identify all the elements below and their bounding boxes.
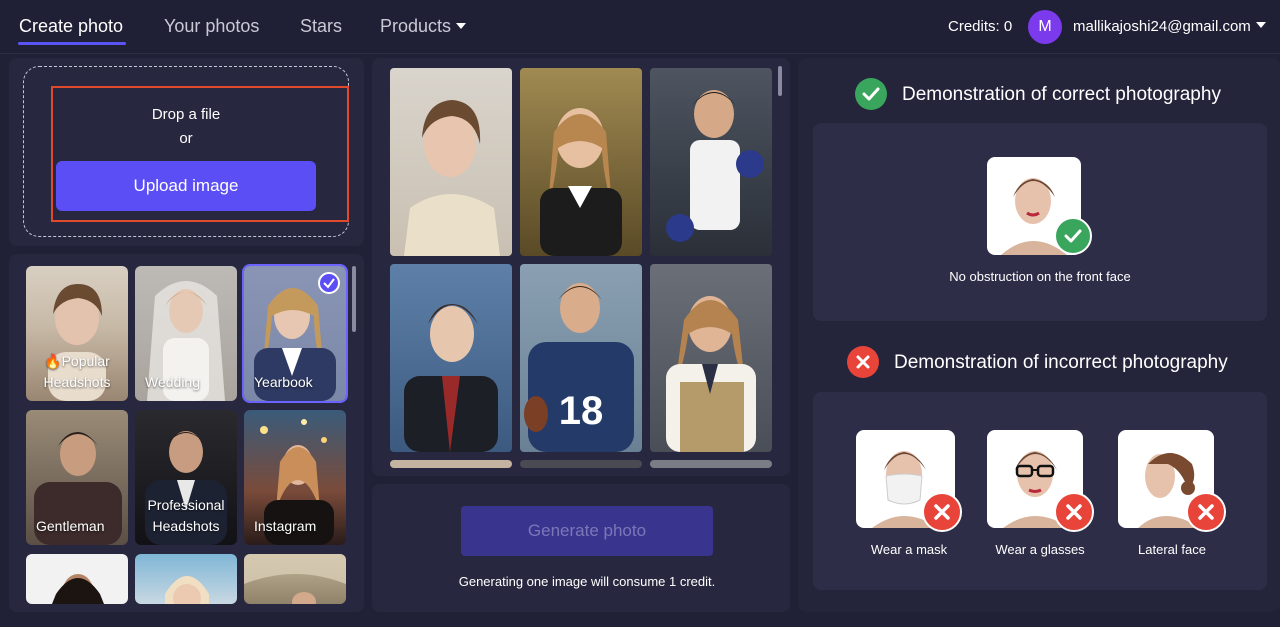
top-nav: Create photo Your photos Stars Products …	[0, 0, 1280, 54]
style-thumb-yearbook[interactable]: Yearbook	[242, 264, 348, 403]
gallery-image-partial[interactable]	[390, 460, 512, 468]
portrait-image	[165, 576, 209, 604]
check-circle-icon	[1054, 217, 1092, 255]
selected-check-icon	[318, 272, 340, 294]
style-thumb-professional-headshots[interactable]: Professional Headshots	[135, 410, 237, 545]
style-thumb-instagram[interactable]: Instagram	[244, 410, 346, 545]
tab-stars[interactable]: Stars	[300, 16, 342, 37]
style-thumb-more-3[interactable]	[244, 554, 346, 604]
x-circle-icon	[847, 346, 879, 378]
or-text: or	[179, 130, 193, 147]
gallery-image[interactable]	[520, 68, 642, 256]
x-circle-icon	[1186, 492, 1226, 532]
portrait-image: 18	[524, 283, 634, 452]
gallery-scrollbar[interactable]	[778, 66, 782, 96]
style-label: Wedding	[145, 374, 201, 390]
x-circle-icon	[922, 492, 962, 532]
style-thumb-wedding[interactable]: Wedding	[135, 266, 237, 401]
style-thumb-popular-headshots[interactable]: 🔥Popular Headshots	[26, 266, 128, 401]
tab-your-photos[interactable]: Your photos	[164, 16, 259, 37]
account-email: mallikajoshi24@gmail.com	[1073, 18, 1251, 35]
gallery-image[interactable]: 18	[520, 264, 642, 452]
x-circle-icon	[1054, 492, 1094, 532]
styles-scrollbar[interactable]	[352, 266, 356, 332]
portrait-image	[666, 90, 764, 242]
style-label: Yearbook	[254, 374, 313, 390]
gallery-image-partial[interactable]	[520, 460, 642, 468]
drop-file-text: Drop a file	[151, 106, 221, 123]
style-label: Instagram	[254, 518, 317, 534]
credit-note: Generating one image will consume 1 cred…	[458, 574, 716, 589]
incorrect-caption: Wear a glasses	[995, 542, 1085, 557]
correct-demo-caption: No obstruction on the front face	[949, 269, 1131, 284]
gallery-image[interactable]	[390, 68, 512, 256]
portrait-image	[244, 554, 346, 604]
style-label: Gentleman	[36, 518, 105, 534]
style-thumb-gentleman[interactable]: Gentleman	[26, 410, 128, 545]
account-menu[interactable]: mallikajoshi24@gmail.com	[1073, 18, 1266, 35]
style-thumb-more-2[interactable]	[135, 554, 237, 604]
incorrect-demo-title: Demonstration of incorrect photography	[894, 352, 1228, 373]
tab-create-photo[interactable]: Create photo	[19, 16, 123, 37]
credits-count: Credits: 0	[948, 18, 1013, 35]
portrait-image	[404, 100, 500, 256]
upload-image-button[interactable]: Upload image	[56, 161, 316, 211]
gallery-image[interactable]	[390, 264, 512, 452]
portrait-image	[404, 304, 498, 452]
generate-photo-button[interactable]: Generate photo	[461, 506, 713, 556]
portrait-image	[540, 108, 622, 256]
avatar[interactable]: M	[1028, 10, 1062, 44]
style-thumb-more-1[interactable]	[26, 554, 128, 604]
chevron-down-icon	[1255, 22, 1266, 28]
gallery-image[interactable]	[650, 264, 772, 452]
portrait-image	[666, 296, 756, 452]
style-label: Professional Headshots	[147, 497, 225, 534]
gallery-image[interactable]	[650, 68, 772, 256]
style-label: 🔥Popular Headshots	[43, 353, 111, 390]
gallery-image-partial[interactable]	[650, 460, 772, 468]
correct-demo-title: Demonstration of correct photography	[902, 84, 1221, 105]
incorrect-caption: Wear a mask	[870, 542, 948, 557]
check-circle-icon	[855, 78, 887, 110]
active-tab-indicator	[18, 42, 126, 45]
portrait-image	[52, 574, 104, 604]
svg-text:18: 18	[559, 389, 604, 433]
tab-products[interactable]: Products	[380, 16, 467, 37]
tab-products-label: Products	[380, 16, 452, 36]
incorrect-caption: Lateral face	[1138, 542, 1206, 557]
chevron-down-icon	[456, 23, 467, 29]
